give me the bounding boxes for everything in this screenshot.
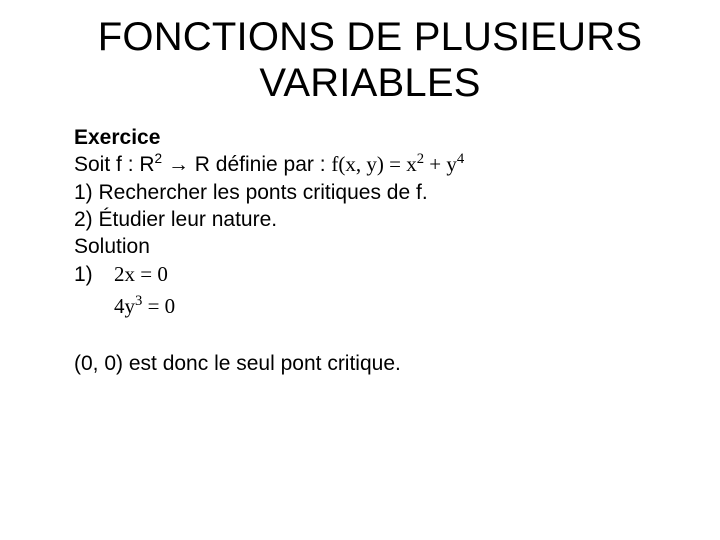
solution-1-label: 1) [74, 261, 110, 288]
function-definition: f(x, y) = x2 + y4 [331, 152, 464, 176]
fdef-y-exp: 4 [457, 151, 464, 167]
definition-line: Soit f : R2 → R définie par : f(x, y) = … [74, 151, 680, 178]
fdef-lhs: f(x, y) [331, 152, 383, 176]
equation-2: 4y3 = 0 [114, 293, 175, 320]
eq2-coeff: 4 [114, 294, 125, 318]
fdef-eq: = [384, 152, 406, 176]
fdef-x-exp: 2 [417, 151, 424, 167]
question-2: 2) Étudier leur nature. [74, 206, 680, 233]
fdef-plus: + [424, 152, 446, 176]
body: Exercice Soit f : R2 → R définie par : f… [74, 124, 680, 377]
eq1-lhs: 2x [114, 262, 135, 286]
soit-prefix: Soit f : R [74, 153, 155, 176]
eq2-eq: = 0 [142, 294, 175, 318]
eq1-eq: = 0 [135, 262, 168, 286]
eq2-base: y [125, 294, 136, 318]
exercice-heading: Exercice [74, 124, 680, 151]
solution-1-row: 1) 2x = 0 4y3 = 0 [74, 261, 680, 324]
soit-mid: → R définie par : [162, 153, 331, 176]
question-1: 1) Rechercher les ponts critiques de f. [74, 179, 680, 206]
equation-1: 2x = 0 [114, 261, 175, 288]
equation-group: 2x = 0 4y3 = 0 [110, 261, 175, 324]
page-title: FONCTIONS DE PLUSIEURS VARIABLES [60, 14, 680, 106]
fdef-y: y [446, 152, 457, 176]
soit-sup: 2 [155, 151, 163, 166]
solution-1-block: 1) 2x = 0 4y3 = 0 [74, 261, 680, 324]
solution-heading: Solution [74, 233, 680, 260]
fdef-x: x [406, 152, 417, 176]
conclusion-line: (0, 0) est donc le seul pont critique. [74, 350, 680, 377]
slide: FONCTIONS DE PLUSIEURS VARIABLES Exercic… [0, 0, 720, 540]
